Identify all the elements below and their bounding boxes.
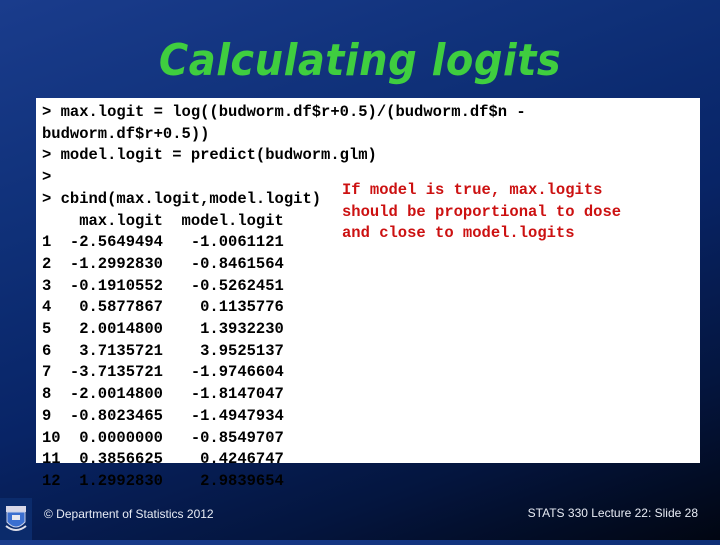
note-line: should be proportional to dose bbox=[342, 202, 622, 221]
table-row: 11 0.3856625 0.4246747 bbox=[42, 450, 284, 469]
code-panel: > max.logit = log((budworm.df$r+0.5)/(bu… bbox=[36, 98, 700, 490]
table-row: 5 2.0014800 1.3932230 bbox=[42, 320, 284, 339]
table-row: 6 3.7135721 3.9525137 bbox=[42, 341, 284, 360]
code-line: > max.logit = log((budworm.df$r+0.5)/(bu… bbox=[42, 103, 526, 121]
table-row: 12 1.2992830 2.9839654 bbox=[42, 471, 284, 490]
code-line: > model.logit = predict(budworm.glm) bbox=[42, 146, 377, 165]
table-row: 2 -1.2992830 -0.8461564 bbox=[42, 254, 284, 273]
table-row: 8 -2.0014800 -1.8147047 bbox=[42, 385, 284, 404]
note-line: If model is true, max.logits bbox=[342, 181, 603, 199]
r-console-output: > max.logit = log((budworm.df$r+0.5)/(bu… bbox=[42, 102, 526, 493]
table-header: max.logit model.logit bbox=[79, 211, 284, 230]
copyright-text: © Department of Statistics 2012 bbox=[44, 507, 214, 521]
code-line: > bbox=[42, 168, 52, 187]
note-line: and close to model.logits bbox=[342, 224, 575, 243]
table-row: 9 -0.8023465 -1.4947934 bbox=[42, 406, 284, 425]
slide-title: Calculating logits bbox=[158, 36, 562, 86]
table-row: 1 -2.5649494 -1.0061121 bbox=[42, 233, 284, 252]
table-row: 3 -0.1910552 -0.5262451 bbox=[42, 276, 284, 295]
annotation-note: If model is true, max.logits should be p… bbox=[342, 180, 621, 245]
table-row: 4 0.5877867 0.1135776 bbox=[42, 298, 284, 317]
code-line: budworm.df$r+0.5)) bbox=[42, 124, 210, 143]
university-crest-icon bbox=[0, 498, 32, 540]
table-row: 10 0.0000000 -0.8549707 bbox=[42, 428, 284, 447]
table-row: 7 -3.7135721 -1.9746604 bbox=[42, 363, 284, 382]
slide-number: STATS 330 Lecture 22: Slide 28 bbox=[527, 506, 698, 520]
code-line: > cbind(max.logit,model.logit) bbox=[42, 189, 322, 208]
